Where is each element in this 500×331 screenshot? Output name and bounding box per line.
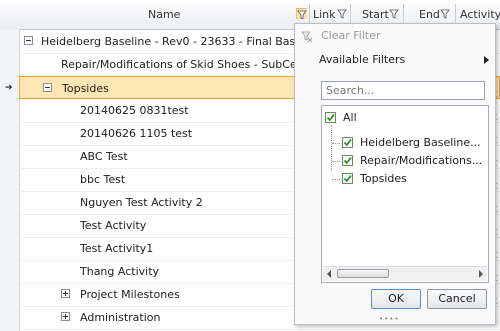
submenu-arrow-icon: [484, 56, 489, 64]
row-name: Administration: [80, 311, 161, 324]
row-name: Project Milestones: [80, 288, 180, 301]
checkbox-checked-icon[interactable]: [342, 173, 353, 184]
column-separator[interactable]: [455, 4, 456, 25]
checkbox-checked-icon[interactable]: [342, 155, 353, 166]
filter-funnel-icon[interactable]: [389, 9, 400, 20]
filter-funnel-icon-active[interactable]: [296, 8, 307, 19]
filter-item-label: Heidelberg Baseline...: [360, 136, 481, 149]
filter-funnel-icon[interactable]: [440, 9, 451, 20]
row-name: bbc Test: [80, 173, 126, 186]
clear-filter-label: Clear Filter: [321, 29, 381, 42]
row-header-column: [0, 29, 20, 331]
expand-icon[interactable]: [61, 289, 70, 298]
expand-icon[interactable]: [61, 312, 70, 321]
row-name: Topsides: [62, 82, 109, 95]
collapse-icon[interactable]: [24, 36, 33, 45]
row-name: Thang Activity: [80, 265, 160, 278]
available-filters-item[interactable]: Available Filters: [295, 50, 495, 72]
clear-filter-icon: [301, 31, 313, 43]
checkbox-checked-icon[interactable]: [342, 137, 353, 148]
filter-funnel-icon[interactable]: [337, 9, 348, 20]
available-filters-label: Available Filters: [319, 53, 406, 66]
ok-button[interactable]: OK: [371, 289, 421, 309]
scroll-thumb[interactable]: [337, 269, 389, 278]
resize-grip-icon[interactable]: ••••: [379, 316, 409, 323]
current-row-indicator-icon: ➔: [5, 83, 13, 93]
tree-line: [332, 161, 340, 162]
row-name: 20140625 0831test: [80, 104, 189, 117]
tree-line: [332, 179, 340, 180]
filter-item-label: Repair/Modifications...: [360, 154, 483, 167]
row-name: Repair/Modifications of Skid Shoes - Sub…: [61, 58, 315, 71]
filter-search-input[interactable]: [321, 81, 485, 100]
row-name: Test Activity1: [80, 242, 154, 255]
row-name: 20140626 1105 test: [80, 127, 193, 140]
column-separator[interactable]: [309, 4, 310, 25]
row-name: Test Activity: [80, 219, 147, 232]
tree-line: [331, 125, 332, 171]
column-separator[interactable]: [403, 4, 404, 25]
row-name: Heidelberg Baseline - Rev0 - 23633 - Fin…: [41, 35, 322, 48]
column-separator[interactable]: [350, 4, 351, 25]
tree-line: [332, 143, 340, 144]
scroll-right-icon[interactable]: [479, 270, 483, 278]
filter-values-list: All Heidelberg Baseline... Repair/Modifi…: [321, 105, 489, 283]
filter-item-label: All: [343, 111, 357, 124]
row-name: ABC Test: [80, 150, 128, 163]
column-filter-popup: Clear Filter Available Filters All Heide…: [294, 23, 496, 325]
scroll-left-icon[interactable]: [327, 270, 331, 278]
horizontal-scrollbar[interactable]: [323, 266, 487, 281]
checkbox-checked-icon[interactable]: [325, 112, 336, 123]
row-name: Nguyen Test Activity 2: [80, 196, 203, 209]
column-header-name[interactable]: Name: [148, 0, 180, 29]
cancel-button[interactable]: Cancel: [427, 289, 487, 309]
clear-filter-item[interactable]: Clear Filter: [295, 24, 495, 50]
filter-item-label: Topsides: [360, 172, 407, 185]
collapse-icon[interactable]: [43, 83, 52, 92]
